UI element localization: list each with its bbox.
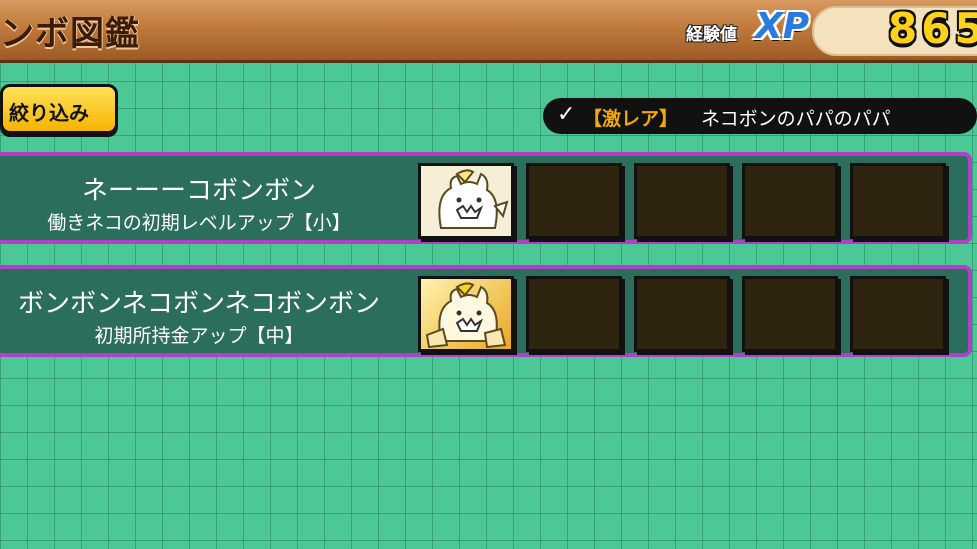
filter-button[interactable]: 絞り込み (0, 84, 118, 134)
page-title: ンボ図鑑 (0, 14, 140, 54)
cat-unit-icon (438, 169, 509, 229)
combo-effect: 初期所持金アップ【中】 (94, 325, 304, 347)
header-bar: ンボ図鑑 経験値 XP 865 (0, 0, 977, 63)
combo-slot-unit[interactable] (418, 276, 514, 352)
combo-row[interactable]: ネーーーコボンボン 働きネコの初期レベルアップ【小】 (0, 152, 972, 244)
check-icon: ✓ (557, 102, 576, 127)
combo-slot-empty[interactable] (526, 276, 622, 352)
combo-slot-unit[interactable] (418, 163, 514, 239)
cat-unit-icon (425, 282, 507, 349)
combo-name: ボンボンネコボンネコボンボン (18, 289, 380, 319)
filter-unit-name: ネコボンのパパのパパ (701, 108, 891, 130)
filter-button-label: 絞り込み (9, 101, 89, 125)
combo-effect: 働きネコの初期レベルアップ【小】 (47, 212, 351, 234)
xp-label: 経験値 (686, 25, 737, 45)
combo-slot-empty[interactable] (634, 163, 730, 239)
filter-rarity: 【激レア】 (583, 108, 679, 130)
active-filter-chip[interactable]: ✓ 【激レア】 ネコボンのパパのパパ (543, 98, 977, 134)
xp-value: 865 (888, 4, 977, 53)
xp-badge: XP (755, 6, 810, 47)
combo-slot-empty[interactable] (742, 276, 838, 352)
combo-slot-empty[interactable] (742, 163, 838, 239)
combo-name: ネーーーコボンボン (81, 176, 316, 206)
combo-slot-empty[interactable] (634, 276, 730, 352)
combo-slot-empty[interactable] (850, 163, 946, 239)
combo-slot-empty[interactable] (850, 276, 946, 352)
combo-slot-empty[interactable] (526, 163, 622, 239)
combo-row[interactable]: ボンボンネコボンネコボンボン 初期所持金アップ【中】 (0, 265, 972, 357)
